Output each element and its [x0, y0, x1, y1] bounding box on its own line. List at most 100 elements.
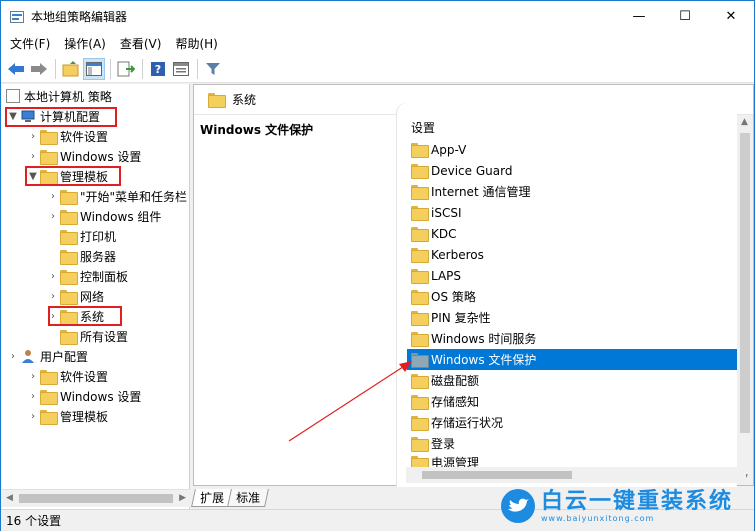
list-item[interactable]: OS 策略: [407, 286, 737, 307]
list-item[interactable]: 磁盘配额: [407, 370, 737, 391]
tree-label: 网络: [80, 289, 105, 304]
scroll-thumb[interactable]: [740, 133, 750, 433]
annotation-box: [5, 107, 117, 127]
list-vertical-scrollbar[interactable]: ▲ ▼: [737, 115, 753, 485]
folder-icon: [208, 93, 226, 108]
chevron-right-icon[interactable]: ›: [46, 286, 60, 306]
maximize-button[interactable]: ☐: [662, 1, 708, 32]
tree-label: 控制面板: [80, 269, 129, 284]
list-item-selected[interactable]: Windows 文件保护: [407, 349, 737, 370]
folder-icon: [411, 143, 429, 158]
export-icon[interactable]: [115, 58, 137, 80]
folder-icon: [411, 227, 429, 242]
up-folder-icon[interactable]: [60, 58, 82, 80]
folder-icon: [411, 332, 429, 347]
tree-server[interactable]: 服务器: [46, 246, 116, 266]
list-item[interactable]: Kerberos: [407, 244, 737, 265]
tree-label: 管理模板: [60, 409, 109, 424]
list-item[interactable]: 登录: [407, 433, 737, 454]
user-icon: [20, 349, 36, 363]
tree-windows-components[interactable]: › Windows 组件: [46, 206, 161, 226]
tree-all-settings[interactable]: 所有设置: [46, 326, 128, 346]
watermark-url: www.baiyunxitong.com: [541, 513, 655, 523]
list-item[interactable]: App-V: [407, 139, 737, 160]
tree-user-windows-settings[interactable]: › Windows 设置: [26, 386, 141, 406]
list-item[interactable]: LAPS: [407, 265, 737, 286]
folder-icon: [60, 329, 78, 345]
list-horizontal-scrollbar[interactable]: [406, 467, 746, 483]
tree-horizontal-scrollbar[interactable]: ◀ ▶: [2, 489, 190, 507]
forward-icon[interactable]: [28, 58, 50, 80]
bird-icon: [501, 489, 535, 523]
minimize-button[interactable]: —: [616, 1, 662, 32]
tree-windows-settings[interactable]: › Windows 设置: [26, 146, 141, 166]
tree-user-software-settings[interactable]: › 软件设置: [26, 366, 108, 386]
scroll-right-icon[interactable]: ▶: [179, 493, 186, 503]
list-item[interactable]: Windows 时间服务: [407, 328, 737, 349]
chevron-right-icon[interactable]: ›: [26, 386, 40, 406]
chevron-right-icon[interactable]: ›: [46, 206, 60, 226]
tree-printers[interactable]: 打印机: [46, 226, 116, 246]
chevron-right-icon[interactable]: ›: [46, 186, 60, 206]
tree-control-panel[interactable]: › 控制面板: [46, 266, 128, 286]
tree-user-config[interactable]: › 用户配置: [6, 346, 88, 366]
folder-icon: [411, 185, 429, 200]
folder-icon: [60, 269, 78, 285]
tree-label: 用户配置: [40, 349, 89, 364]
chevron-right-icon[interactable]: ›: [6, 346, 20, 366]
toolbar: ?: [1, 55, 754, 83]
menu-action[interactable]: 操作(A): [57, 35, 113, 52]
details-header-label: 系统: [232, 93, 257, 107]
scroll-thumb[interactable]: [19, 494, 173, 503]
list-item[interactable]: KDC: [407, 223, 737, 244]
svg-text:?: ?: [155, 63, 161, 76]
show-hide-tree-icon[interactable]: [83, 57, 105, 80]
tree-label: Windows 组件: [80, 209, 162, 224]
tree-label: Windows 设置: [60, 389, 142, 404]
scroll-left-icon[interactable]: ◀: [6, 493, 13, 503]
view-tabs: 扩展 标准: [191, 487, 269, 507]
tab-standard[interactable]: 标准: [227, 489, 269, 507]
menu-view[interactable]: 查看(V): [113, 35, 169, 52]
tree-root-label: 本地计算机 策略: [24, 89, 112, 104]
tree-network[interactable]: › 网络: [46, 286, 104, 306]
folder-icon: [40, 149, 58, 165]
column-header-settings[interactable]: 设置: [411, 119, 435, 136]
tree-start-menu[interactable]: › "开始"菜单和任务栏: [46, 186, 187, 206]
title-bar: 本地组策略编辑器 — ☐ ✕: [1, 1, 754, 32]
navigation-tree: 本地计算机 策略 ▼ 计算机配置 › 软件设置 › Windows 设置 ▼ 管…: [2, 84, 190, 509]
scroll-up-icon[interactable]: ▲: [741, 117, 748, 127]
folder-icon: [60, 229, 78, 245]
chevron-right-icon[interactable]: ›: [26, 366, 40, 386]
details-pane: 系统 Windows 文件保护 设置 App-V Device Guard In…: [193, 84, 754, 487]
tree-label: Windows 设置: [60, 149, 142, 164]
app-icon: [9, 9, 25, 25]
list-item[interactable]: Internet 通信管理: [407, 181, 737, 202]
properties-icon[interactable]: [170, 58, 192, 80]
tree-label: 软件设置: [60, 129, 109, 144]
list-item[interactable]: Device Guard: [407, 160, 737, 181]
filter-icon[interactable]: [202, 58, 224, 80]
menu-bar: 文件(F) 操作(A) 查看(V) 帮助(H): [1, 32, 754, 55]
tree-root[interactable]: 本地计算机 策略: [6, 86, 112, 106]
scroll-thumb[interactable]: [422, 471, 572, 479]
chevron-right-icon[interactable]: ›: [26, 126, 40, 146]
folder-icon: [60, 249, 78, 265]
folder-icon: [411, 269, 429, 284]
chevron-right-icon[interactable]: ›: [46, 266, 60, 286]
watermark-logo: 白云一键重装系统 www.baiyunxitong.com: [501, 486, 751, 526]
close-button[interactable]: ✕: [708, 1, 754, 32]
list-item[interactable]: 存储运行状况: [407, 412, 737, 433]
list-item[interactable]: 存储感知: [407, 391, 737, 412]
chevron-right-icon[interactable]: ›: [26, 406, 40, 426]
menu-file[interactable]: 文件(F): [3, 35, 57, 52]
menu-help[interactable]: 帮助(H): [168, 35, 224, 52]
tree-user-admin-templates[interactable]: › 管理模板: [26, 406, 108, 426]
tree-software-settings[interactable]: › 软件设置: [26, 126, 108, 146]
back-icon[interactable]: [5, 58, 27, 80]
help-icon[interactable]: ?: [147, 58, 169, 80]
list-item[interactable]: PIN 复杂性: [407, 307, 737, 328]
chevron-right-icon[interactable]: ›: [26, 146, 40, 166]
folder-icon: [40, 369, 58, 385]
list-item[interactable]: iSCSI: [407, 202, 737, 223]
